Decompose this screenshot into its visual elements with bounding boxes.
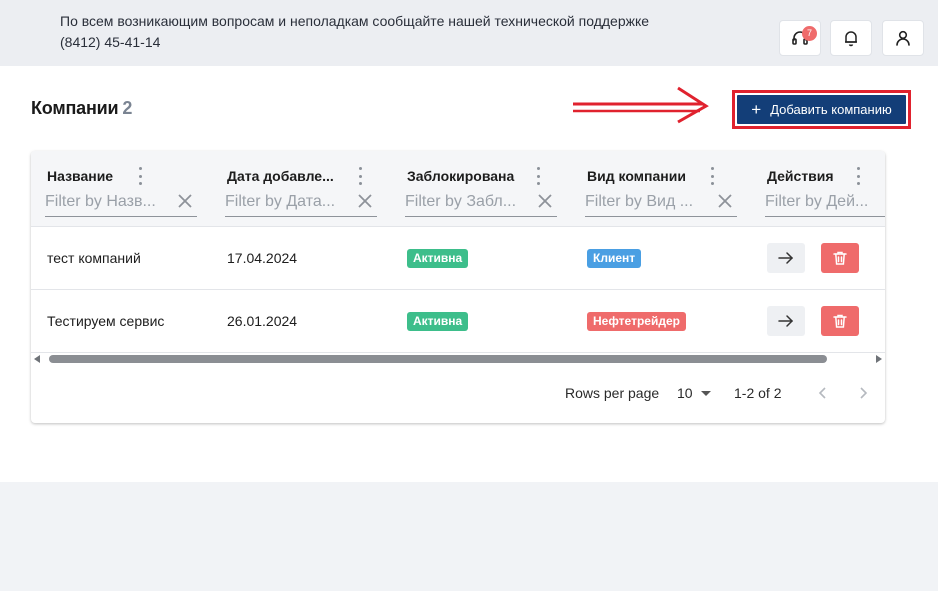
clear-filter-icon[interactable] <box>717 193 733 209</box>
cell-name: Тестируем сервис <box>47 313 165 329</box>
column-header-type[interactable]: Вид компании Filter by Вид ... <box>585 151 739 227</box>
page-title: Компании 2 <box>31 98 132 119</box>
pagination-range: 1-2 of 2 <box>734 385 782 401</box>
cell-actions <box>767 290 859 352</box>
cell-blocked: Активна <box>407 227 469 289</box>
filter-name-input[interactable]: Filter by Назв... <box>45 189 197 217</box>
filter-placeholder: Filter by Дей... <box>765 193 869 210</box>
add-company-highlight: + Добавить компанию <box>732 90 911 129</box>
cell-actions <box>767 227 859 289</box>
rows-per-page-value: 10 <box>677 385 693 401</box>
support-phone: (8412) 45-41-14 <box>60 34 161 50</box>
column-title: Дата добавле... <box>227 168 334 184</box>
scroll-right-icon[interactable] <box>876 355 882 363</box>
column-header-actions[interactable]: Действия Filter by Дей... <box>765 151 885 227</box>
filter-placeholder: Filter by Вид ... <box>585 193 694 210</box>
company-type-badge: Клиент <box>587 248 642 268</box>
red-arrow-annotation <box>573 86 709 124</box>
top-bar: По всем возникающим вопросам и неполадка… <box>0 0 938 66</box>
cell-date: 26.01.2024 <box>227 313 298 329</box>
status-badge: Активна <box>407 311 469 331</box>
support-badge: 7 <box>802 26 817 41</box>
support-button[interactable]: 7 <box>779 20 821 56</box>
table-row[interactable]: тест компаний 17.04.2024 Активна Клиент <box>31 227 885 290</box>
table-pagination: Rows per page 10 1-2 of 2 <box>31 365 885 423</box>
table-row[interactable]: Тестируем сервис 26.01.2024 Активна Нефт… <box>31 290 885 353</box>
filter-blocked-input[interactable]: Filter by Забл... <box>405 189 557 217</box>
column-header-blocked[interactable]: Заблокирована Filter by Забл... <box>405 151 559 227</box>
profile-button[interactable] <box>882 20 924 56</box>
filter-type-input[interactable]: Filter by Вид ... <box>585 189 737 217</box>
filter-actions-input[interactable]: Filter by Дей... <box>765 189 885 217</box>
open-company-button[interactable] <box>767 306 805 336</box>
scrollbar-thumb[interactable] <box>49 355 827 363</box>
main-content: Компании 2 + Добавить компанию Название F… <box>0 66 938 482</box>
cell-type: Клиент <box>587 227 642 289</box>
clear-filter-icon[interactable] <box>357 193 373 209</box>
filter-placeholder: Filter by Назв... <box>45 193 156 210</box>
column-title: Действия <box>767 168 834 184</box>
add-company-button[interactable]: + Добавить компанию <box>737 95 906 124</box>
filter-placeholder: Filter by Дата... <box>225 193 336 210</box>
delete-company-button[interactable] <box>821 243 859 273</box>
clear-filter-icon[interactable] <box>537 193 553 209</box>
table-header: Название Filter by Назв... Дата добавле.… <box>31 151 885 227</box>
rows-per-page-select[interactable]: 10 <box>677 385 711 401</box>
trash-icon <box>833 251 847 265</box>
delete-company-button[interactable] <box>821 306 859 336</box>
column-menu-icon[interactable] <box>137 167 143 185</box>
arrow-right-icon <box>778 252 794 264</box>
filter-placeholder: Filter by Забл... <box>405 193 517 210</box>
cell-date: 17.04.2024 <box>227 250 298 266</box>
arrow-right-icon <box>778 315 794 327</box>
scroll-left-icon[interactable] <box>34 355 40 363</box>
horizontal-scrollbar[interactable] <box>31 353 885 365</box>
column-menu-icon[interactable] <box>357 167 363 185</box>
column-title: Вид компании <box>587 168 686 184</box>
companies-table: Название Filter by Назв... Дата добавле.… <box>31 151 885 423</box>
trash-icon <box>833 314 847 328</box>
cell-blocked: Активна <box>407 290 469 352</box>
chevron-right-icon <box>860 387 868 399</box>
column-title: Заблокирована <box>407 168 515 184</box>
notifications-button[interactable] <box>830 20 872 56</box>
filter-date-input[interactable]: Filter by Дата... <box>225 189 377 217</box>
column-menu-icon[interactable] <box>535 167 541 185</box>
support-info: По всем возникающим вопросам и неполадка… <box>60 11 649 53</box>
column-title: Название <box>47 168 114 184</box>
open-company-button[interactable] <box>767 243 805 273</box>
add-company-label: Добавить компанию <box>770 102 892 117</box>
plus-icon: + <box>751 100 762 119</box>
companies-count: 2 <box>122 98 133 118</box>
cell-name: тест компаний <box>47 250 141 266</box>
previous-page-button[interactable] <box>811 381 835 405</box>
next-page-button[interactable] <box>851 381 875 405</box>
column-header-name[interactable]: Название Filter by Назв... <box>45 151 199 227</box>
chevron-left-icon <box>818 387 826 399</box>
bell-icon <box>845 31 857 47</box>
column-header-date[interactable]: Дата добавле... Filter by Дата... <box>225 151 379 227</box>
cell-type: Нефтетрейдер <box>587 290 686 352</box>
column-menu-icon[interactable] <box>709 167 715 185</box>
user-icon <box>896 30 910 46</box>
company-type-badge: Нефтетрейдер <box>587 311 686 331</box>
rows-per-page-label: Rows per page <box>565 385 660 401</box>
caret-down-icon <box>700 390 711 396</box>
column-menu-icon[interactable] <box>855 167 861 185</box>
status-badge: Активна <box>407 248 469 268</box>
clear-filter-icon[interactable] <box>177 193 193 209</box>
page-title-text: Компании <box>31 98 119 118</box>
support-message: По всем возникающим вопросам и неполадка… <box>60 13 650 29</box>
